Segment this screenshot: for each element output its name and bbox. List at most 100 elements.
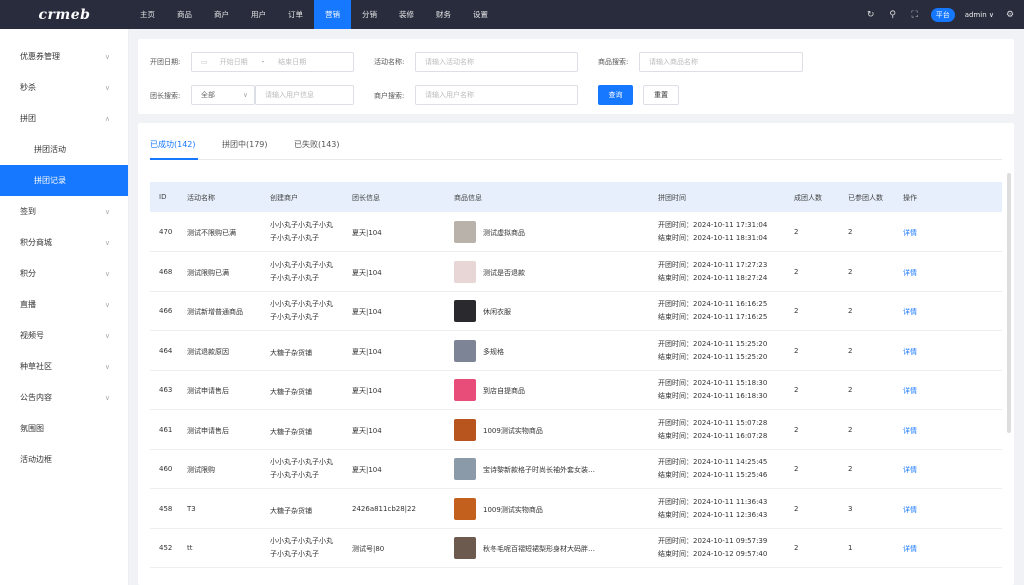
merchant-search-input[interactable]: 请输入用户名称 <box>415 85 578 105</box>
sidebar-item-seckill[interactable]: 秒杀 ∨ <box>0 72 128 103</box>
sidebar-item-label: 公告内容 <box>20 393 52 402</box>
fullscreen-icon[interactable]: ⛶ <box>909 10 921 20</box>
sidebar-item-frames[interactable]: 活动边框 <box>0 444 128 475</box>
product-label: 商品搜索: <box>598 58 629 66</box>
detail-link[interactable]: 详情 <box>903 386 917 396</box>
user-menu[interactable]: admin ∨ <box>965 11 994 19</box>
chevron-down-icon: ∨ <box>104 331 110 340</box>
cell-time: 开团时间：2024-10-11 15:07:28 结束时间：2024-10-11 … <box>658 417 767 443</box>
cell-product-name: 宝诗黎新款格子时尚长袖外套女装… <box>483 466 595 474</box>
brand-logo[interactable]: crmeb <box>0 0 129 29</box>
nav-distribution[interactable]: 分销 <box>351 0 388 29</box>
platform-badge[interactable]: 平台 <box>930 7 955 22</box>
cell-joined: 2 <box>848 228 853 236</box>
cell-group-size: 2 <box>794 267 799 276</box>
start-time: 开团时间：2024-10-11 17:31:04 <box>658 221 768 229</box>
sidebar-sub-group-activity[interactable]: 拼团活动 <box>0 134 128 165</box>
cell-id: 452 <box>159 544 173 552</box>
merchant-line: 大糖子杂货铺 <box>270 427 312 436</box>
sidebar-item-atmosphere[interactable]: 氛围图 <box>0 413 128 444</box>
leader-select-value: 全部 <box>201 91 215 99</box>
start-time: 开团时间：2024-10-11 16:16:25 <box>658 300 768 308</box>
cell-id: 468 <box>159 267 173 276</box>
cell-joined: 3 <box>848 504 853 513</box>
product-thumbnail <box>454 458 476 480</box>
sidebar-item-group-buy[interactable]: 拼团 ∧ <box>0 103 128 134</box>
sidebar-item-points-mall[interactable]: 积分商城 ∨ <box>0 227 128 258</box>
cell-time: 开团时间：2024-10-11 17:31:04 结束时间：2024-10-11 … <box>658 219 767 245</box>
nav-products[interactable]: 商品 <box>166 0 203 29</box>
product-thumbnail <box>454 221 476 243</box>
cell-joined: 1 <box>848 544 853 552</box>
detail-link[interactable]: 详情 <box>903 347 917 357</box>
detail-link[interactable]: 详情 <box>903 544 917 554</box>
nav-orders[interactable]: 订单 <box>277 0 314 29</box>
nav-finance[interactable]: 财务 <box>425 0 462 29</box>
cell-joined: 2 <box>848 346 853 355</box>
end-time: 结束时间：2024-10-11 15:25:20 <box>658 352 768 361</box>
sidebar-sub-group-records[interactable]: 拼团记录 <box>0 165 128 196</box>
cell-product-name: 秋冬毛呢百褶短裙梨形身材大码胖… <box>483 545 595 553</box>
search-icon[interactable]: ⚲ <box>887 10 899 20</box>
activity-name-input[interactable]: 请输入活动名称 <box>415 52 578 72</box>
chevron-down-icon: ∨ <box>104 300 110 309</box>
th-joined: 已参团人数 <box>848 194 883 202</box>
cell-leader: 夏天|104 <box>352 229 382 237</box>
leader-search-input[interactable]: 请输入用户信息 <box>255 85 354 105</box>
date-sep: - <box>261 58 265 66</box>
table-row: 470 测试不限购已满 小小丸子小丸子小丸 子小丸子小丸子 夏天|104 测试虚拟… <box>150 212 1002 252</box>
nav-decoration[interactable]: 装修 <box>388 0 425 29</box>
th-leader: 团长信息 <box>352 194 380 202</box>
gear-icon[interactable]: ⚙ <box>1004 10 1016 20</box>
merchant-line: 子小丸子小丸子 <box>270 273 319 282</box>
nav-settings[interactable]: 设置 <box>462 0 499 29</box>
tab-failed[interactable]: 已失败(143) <box>294 139 340 150</box>
scrollbar[interactable] <box>1007 173 1011 433</box>
query-button[interactable]: 查询 <box>598 85 633 105</box>
detail-link[interactable]: 详情 <box>903 307 917 317</box>
cell-merchant: 小小丸子小丸子小丸 子小丸子小丸子 <box>270 535 333 561</box>
sidebar-item-checkin[interactable]: 签到 ∨ <box>0 196 128 227</box>
product-thumbnail <box>454 537 476 559</box>
merchant-line: 子小丸子小丸子 <box>270 313 319 321</box>
product-search-input[interactable]: 请输入商品名称 <box>639 52 803 72</box>
sidebar-item-video[interactable]: 视频号 ∨ <box>0 320 128 351</box>
tab-in-progress[interactable]: 拼团中(179) <box>222 139 268 150</box>
sidebar-item-coupons[interactable]: 优惠券管理 ∨ <box>0 41 128 72</box>
detail-link[interactable]: 详情 <box>903 505 917 515</box>
reset-button[interactable]: 重置 <box>643 85 679 105</box>
start-time: 开团时间：2024-10-11 15:25:20 <box>658 339 768 348</box>
chevron-down-icon: ∨ <box>104 83 110 92</box>
th-time: 拼团时间 <box>658 194 686 202</box>
date-range-input[interactable]: ▭ 开始日期 - 结束日期 <box>191 52 354 72</box>
leader-select[interactable]: 全部 ∨ <box>191 85 255 105</box>
end-time: 结束时间：2024-10-11 12:36:43 <box>658 510 768 519</box>
detail-link[interactable]: 详情 <box>903 228 917 238</box>
detail-link[interactable]: 详情 <box>903 426 917 436</box>
nav-marketing[interactable]: 营销 <box>314 0 351 29</box>
sidebar-item-live[interactable]: 直播 ∨ <box>0 289 128 320</box>
sidebar-item-label: 氛围图 <box>20 424 44 433</box>
tab-success[interactable]: 已成功(142) <box>150 139 196 150</box>
detail-link[interactable]: 详情 <box>903 465 917 475</box>
cell-id: 470 <box>159 228 173 236</box>
cell-product-name: 测试是否退款 <box>483 268 525 277</box>
tab-indicator <box>150 158 198 160</box>
sidebar-item-label: 活动边框 <box>20 455 52 464</box>
sidebar-item-announcements[interactable]: 公告内容 ∨ <box>0 382 128 413</box>
chevron-down-icon: ∨ <box>104 269 110 278</box>
cell-time: 开团时间：2024-10-11 16:16:25 结束时间：2024-10-11 … <box>658 298 767 324</box>
refresh-icon[interactable]: ↻ <box>865 10 877 20</box>
sidebar-item-community[interactable]: 种草社区 ∨ <box>0 351 128 382</box>
cell-group-size: 2 <box>794 544 799 552</box>
chevron-down-icon: ∨ <box>104 362 110 371</box>
activity-label: 活动名称: <box>374 58 405 66</box>
nav-users[interactable]: 用户 <box>240 0 277 29</box>
cell-merchant: 大糖子杂货铺 <box>270 347 312 360</box>
nav-merchants[interactable]: 商户 <box>203 0 240 29</box>
nav-home[interactable]: 主页 <box>129 0 166 29</box>
table-row: 468 测试限购已满 小小丸子小丸子小丸 子小丸子小丸子 夏天|104 测试是否退… <box>150 252 1002 292</box>
cell-time: 开团时间：2024-10-11 09:57:39 结束时间：2024-10-12 … <box>658 535 767 561</box>
detail-link[interactable]: 详情 <box>903 268 917 278</box>
sidebar-item-points[interactable]: 积分 ∨ <box>0 258 128 289</box>
